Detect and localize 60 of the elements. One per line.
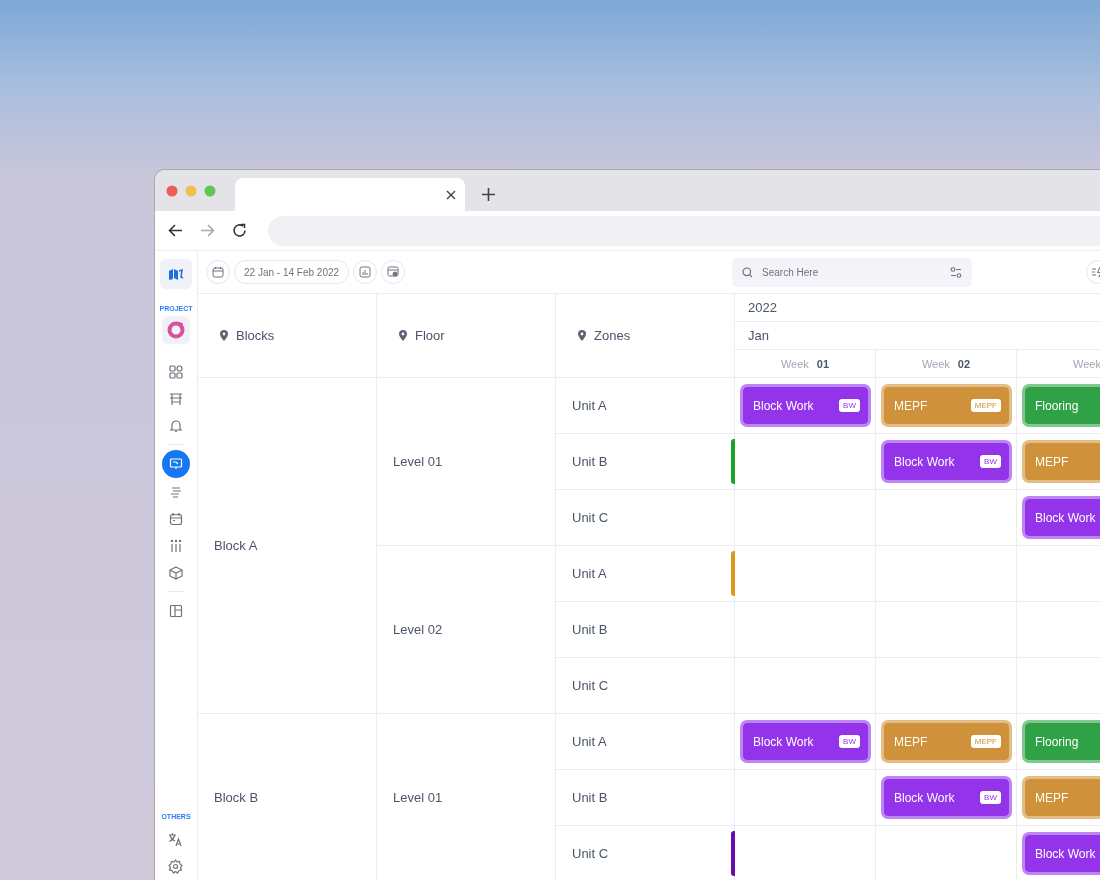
- task-tag: BW: [839, 399, 860, 412]
- task-card[interactable]: Block Work: [1022, 496, 1100, 539]
- location-pin-icon: [578, 330, 586, 341]
- forward-arrow-icon[interactable]: [200, 224, 215, 237]
- task-card[interactable]: MEPF MEPF: [881, 720, 1012, 763]
- zone-name: Unit A: [572, 734, 607, 749]
- back-arrow-icon[interactable]: [168, 224, 183, 237]
- location-pin-icon: [399, 330, 407, 341]
- zone-name: Unit C: [572, 846, 609, 861]
- close-icon[interactable]: [446, 189, 456, 200]
- project-avatar[interactable]: [162, 316, 190, 344]
- task-card[interactable]: Block Work BW: [881, 440, 1012, 483]
- zone-name: Unit A: [572, 398, 607, 413]
- filter-icon[interactable]: [950, 266, 963, 278]
- zone-name: Unit B: [572, 790, 608, 805]
- task-tag: BW: [839, 735, 860, 748]
- zone-name: Unit A: [572, 566, 607, 581]
- week-number: 01: [816, 357, 830, 370]
- calendar-icon: [212, 266, 224, 278]
- reload-icon[interactable]: [232, 223, 247, 238]
- task-card[interactable]: Flooring: [1022, 384, 1100, 427]
- year-label: 2022: [748, 300, 777, 315]
- block-name: Block A: [214, 538, 258, 553]
- task-card[interactable]: Flooring: [1022, 720, 1100, 763]
- task-card[interactable]: MEPF: [1022, 440, 1100, 483]
- task-card[interactable]: MEPF MEPF: [881, 384, 1012, 427]
- week-label: Week: [921, 357, 950, 370]
- search-input[interactable]: Search Here: [760, 265, 944, 279]
- week-label: Week: [780, 357, 809, 370]
- task-card[interactable]: Block Work BW: [740, 384, 871, 427]
- block-name: Block B: [214, 790, 259, 805]
- column-title: Blocks: [236, 328, 275, 343]
- zone-name: Unit B: [572, 454, 608, 469]
- zone-name: Unit B: [572, 622, 608, 637]
- panel-gear-icon: [387, 266, 400, 278]
- logo-icon[interactable]: [160, 259, 192, 289]
- task-tag: MEPF: [970, 399, 1001, 412]
- plus-icon[interactable]: [482, 188, 495, 201]
- week-number: 02: [957, 357, 971, 370]
- presentation-icon[interactable]: [162, 450, 190, 478]
- column-title: Zones: [594, 328, 631, 343]
- task-card[interactable]: Block Work: [1022, 832, 1100, 875]
- window-controls-icon[interactable]: [166, 185, 216, 197]
- column-title: Floor: [415, 328, 445, 343]
- chart-icon: [359, 266, 372, 278]
- task-tag: BW: [980, 791, 1001, 804]
- level-name: Level 01: [393, 790, 443, 805]
- task-card[interactable]: Block Work BW: [740, 720, 871, 763]
- task-tag: MEPF: [970, 735, 1001, 748]
- zone-name: Unit C: [572, 510, 609, 525]
- zone-name: Unit C: [572, 678, 609, 693]
- location-pin-icon: [220, 330, 228, 341]
- level-name: Level 02: [393, 622, 443, 637]
- search-icon: [742, 266, 754, 278]
- task-card[interactable]: Block Work BW: [881, 776, 1012, 819]
- month-label: Jan: [748, 328, 769, 343]
- search-field[interactable]: Search Here: [732, 257, 973, 287]
- task-card[interactable]: MEPF: [1022, 776, 1100, 819]
- level-name: Level 01: [393, 454, 443, 469]
- task-tag: BW: [980, 455, 1001, 468]
